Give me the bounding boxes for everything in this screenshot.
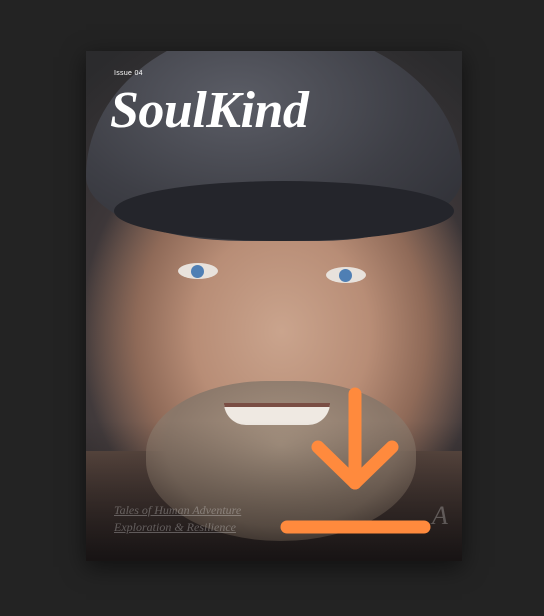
cover-photo-eye-right [326, 267, 366, 283]
cover-tagline-line-1: Tales of Human Adventure [114, 503, 242, 517]
cover-corner-mark: A [432, 501, 448, 530]
magazine-title: SoulKind [110, 82, 309, 139]
viewer-stage: Issue 04 SoulKind Tales of Human Adventu… [0, 0, 544, 616]
cover-tagline-line-2: Exploration & Resilience [114, 520, 236, 534]
cover-photo-cap-brim [114, 181, 454, 241]
download-icon [280, 387, 431, 534]
cover-tagline: Tales of Human Adventure Exploration & R… [114, 502, 241, 536]
issue-label: Issue 04 [114, 70, 143, 77]
cover-photo-eye-left [178, 263, 218, 279]
download-button[interactable] [280, 385, 434, 540]
